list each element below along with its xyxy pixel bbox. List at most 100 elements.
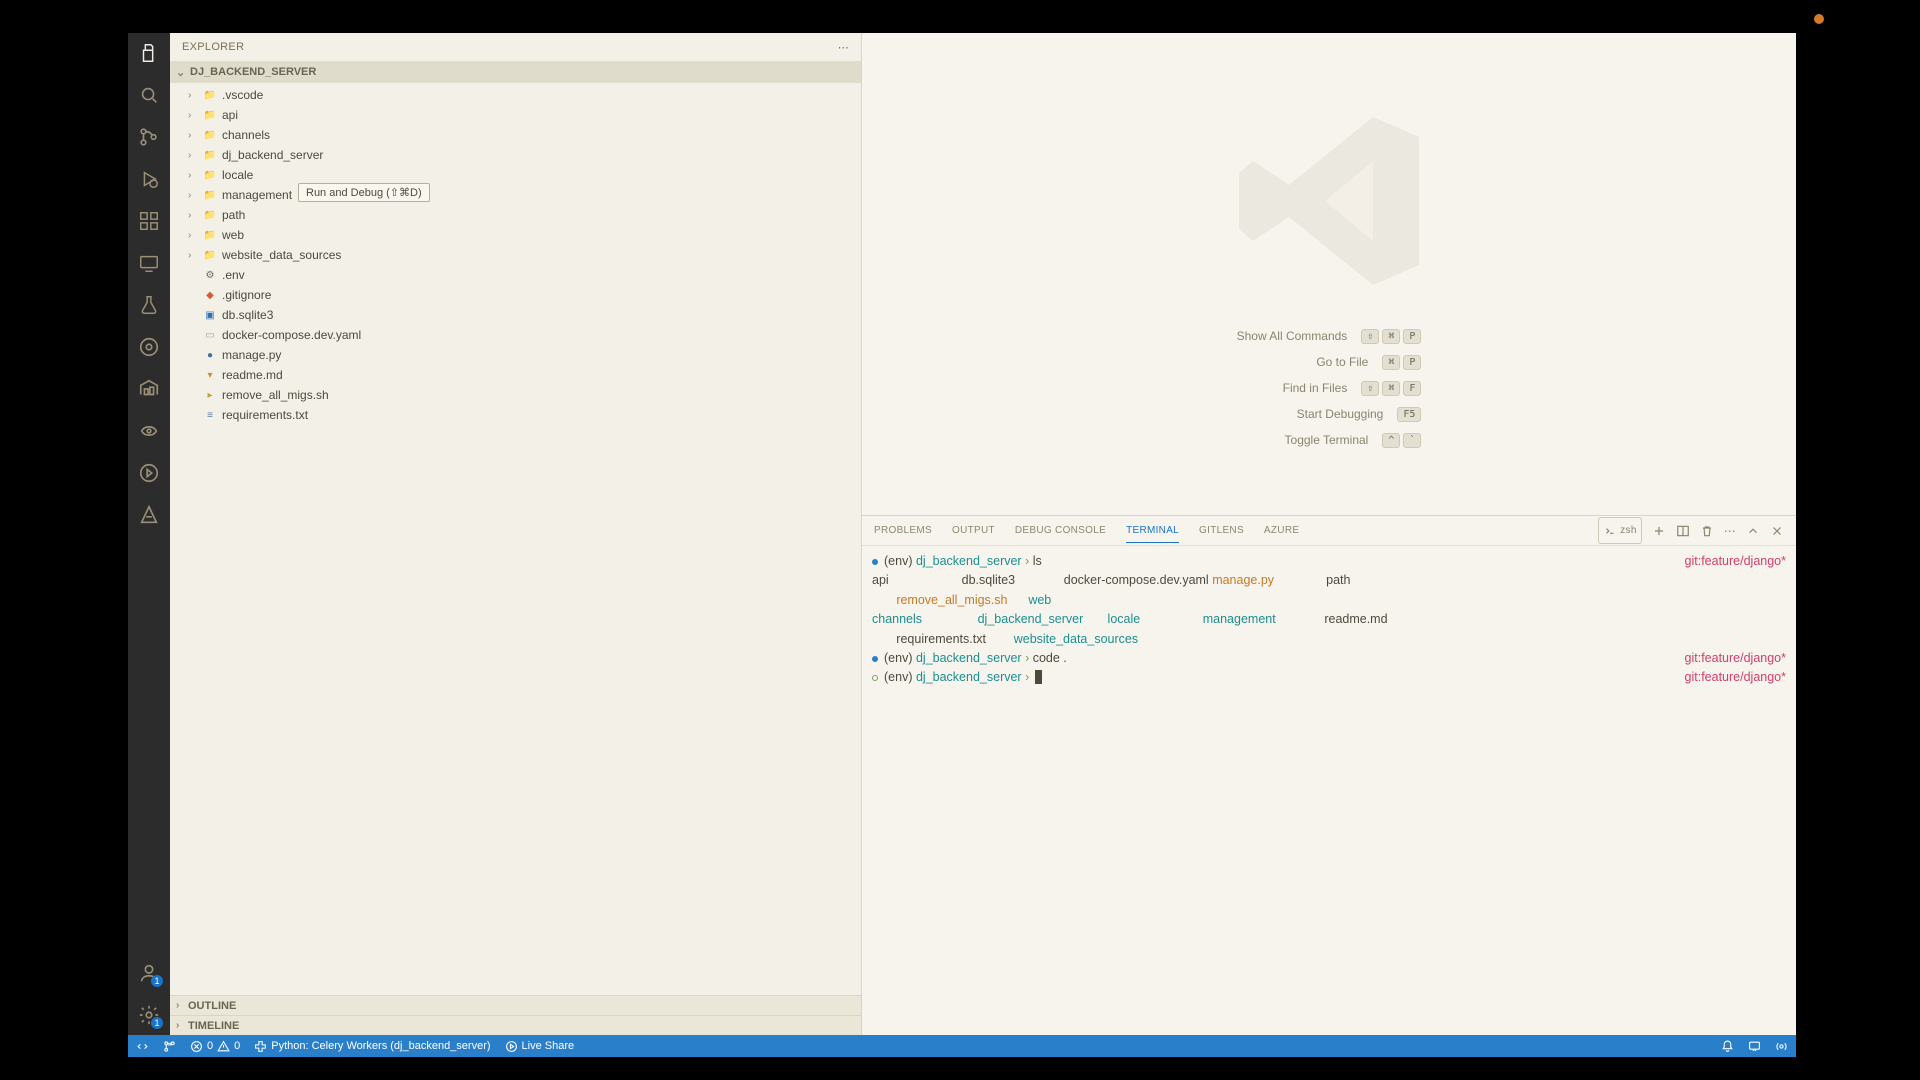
- azure-icon[interactable]: [137, 503, 161, 527]
- command-hint: Start DebuggingF5: [1297, 407, 1422, 422]
- folder-label: dj_backend_server: [222, 148, 323, 162]
- kill-terminal-icon[interactable]: [1700, 524, 1714, 538]
- explorer-icon[interactable]: [137, 41, 161, 65]
- folder-row[interactable]: ›📁website_data_sources: [170, 245, 861, 265]
- folder-icon: 📁: [202, 87, 218, 103]
- folder-row[interactable]: ›📁management: [170, 185, 861, 205]
- panel-more-icon[interactable]: ⋯: [1724, 518, 1736, 544]
- chevron-right-icon: ›: [176, 1020, 188, 1031]
- file-icon: ●: [202, 347, 218, 363]
- file-label: .env: [222, 268, 245, 282]
- key: ^: [1382, 433, 1400, 448]
- chevron-right-icon: ›: [188, 190, 202, 201]
- timeline-section[interactable]: ›TIMELINE: [170, 1015, 861, 1035]
- branch-button[interactable]: [163, 1040, 176, 1053]
- command-label: Find in Files: [1283, 381, 1348, 395]
- extensions-icon[interactable]: [137, 209, 161, 233]
- close-panel-icon[interactable]: [1770, 524, 1784, 538]
- remote-icon[interactable]: [137, 251, 161, 275]
- status-bar: 0 0 Python: Celery Workers (dj_backend_s…: [128, 1035, 1796, 1057]
- editor-area: Show All Commands⇧⌘PGo to File⌘PFind in …: [862, 33, 1796, 1035]
- terminal-shell-select[interactable]: zsh: [1598, 517, 1641, 544]
- bottom-panel: PROBLEMS OUTPUT DEBUG CONSOLE TERMINAL GITLE…: [862, 515, 1796, 1035]
- folder-icon: 📁: [202, 167, 218, 183]
- panel-tab[interactable]: PROBLEMS: [874, 519, 932, 542]
- split-terminal-icon[interactable]: [1676, 524, 1690, 538]
- file-label: manage.py: [222, 348, 281, 362]
- problems-button[interactable]: 0 0: [190, 1040, 240, 1053]
- file-icon: ▭: [202, 327, 218, 343]
- terminal[interactable]: (env) dj_backend_server › lsgit:feature/…: [862, 546, 1796, 1035]
- chevron-right-icon: ›: [176, 1000, 188, 1011]
- python-interpreter[interactable]: Python: Celery Workers (dj_backend_serve…: [254, 1040, 490, 1053]
- chevron-right-icon: ›: [188, 90, 202, 101]
- key: ⌘: [1382, 355, 1400, 370]
- file-row[interactable]: ▣db.sqlite3: [170, 305, 861, 325]
- badge: 1: [151, 1017, 163, 1029]
- outline-section[interactable]: ›OUTLINE: [170, 995, 861, 1015]
- sidebar-more-icon[interactable]: ⋯: [838, 41, 849, 54]
- remote-button[interactable]: [136, 1040, 149, 1053]
- root-folder[interactable]: ⌄ DJ_BACKEND_SERVER: [170, 61, 861, 83]
- vscode-logo: [1209, 101, 1449, 301]
- broadcast-icon[interactable]: [1775, 1040, 1788, 1053]
- tooltip: Run and Debug (⇧⌘D): [298, 183, 430, 202]
- file-icon: ▸: [202, 387, 218, 403]
- ext-icon-3[interactable]: [137, 461, 161, 485]
- folder-label: api: [222, 108, 238, 122]
- file-row[interactable]: ● manage.py: [170, 345, 861, 365]
- folder-label: web: [222, 228, 244, 242]
- key: ⇧: [1361, 381, 1379, 396]
- file-icon: ◆: [202, 287, 218, 303]
- activity-bar: 1 1: [128, 33, 170, 1035]
- sidebar-title: EXPLORER: [182, 41, 244, 53]
- file-label: docker-compose.dev.yaml: [222, 328, 361, 342]
- ext-icon-2[interactable]: [137, 419, 161, 443]
- maximize-panel-icon[interactable]: [1746, 524, 1760, 538]
- panel-tab[interactable]: TERMINAL: [1126, 519, 1179, 543]
- panel-tab[interactable]: AZURE: [1264, 519, 1299, 542]
- welcome-screen: Show All Commands⇧⌘PGo to File⌘PFind in …: [862, 33, 1796, 515]
- panel-tab[interactable]: OUTPUT: [952, 519, 995, 542]
- folder-row[interactable]: ›📁channels: [170, 125, 861, 145]
- shell-name: zsh: [1620, 519, 1636, 542]
- command-hints: Show All Commands⇧⌘PGo to File⌘PFind in …: [1237, 329, 1422, 448]
- live-share-button[interactable]: Live Share: [505, 1040, 575, 1053]
- timeline-label: TIMELINE: [188, 1020, 239, 1032]
- folder-row[interactable]: ›📁api: [170, 105, 861, 125]
- file-row[interactable]: ◆.gitignore: [170, 285, 861, 305]
- panel-toolbar: zsh ⋯: [1598, 517, 1784, 544]
- ext-icon-1[interactable]: [137, 377, 161, 401]
- folder-row[interactable]: ›📁dj_backend_server: [170, 145, 861, 165]
- folder-row[interactable]: ›📁path: [170, 205, 861, 225]
- key-combo: ⇧⌘F: [1361, 381, 1421, 396]
- gitlens-icon[interactable]: [137, 335, 161, 359]
- panel-tab[interactable]: GITLENS: [1199, 519, 1244, 542]
- key: P: [1403, 355, 1421, 370]
- folder-row[interactable]: ›📁locale: [170, 165, 861, 185]
- window-minimize-dot[interactable]: [1814, 14, 1824, 24]
- folder-label: .vscode: [222, 88, 263, 102]
- key-combo: ^`: [1382, 433, 1421, 448]
- new-terminal-icon[interactable]: [1652, 524, 1666, 538]
- test-icon[interactable]: [137, 293, 161, 317]
- file-row[interactable]: ▭ docker-compose.dev.yaml: [170, 325, 861, 345]
- vscode-window: 1 1 EXPLORER ⋯ ⌄ DJ_BACKEND_SERVER ›📁.vs…: [128, 33, 1796, 1057]
- panel-tab[interactable]: DEBUG CONSOLE: [1015, 519, 1106, 542]
- notifications-icon[interactable]: [1721, 1040, 1734, 1053]
- file-row[interactable]: ⚙.env: [170, 265, 861, 285]
- folder-row[interactable]: ›📁 .vscode: [170, 85, 861, 105]
- run-debug-icon[interactable]: [137, 167, 161, 191]
- command-hint: Go to File⌘P: [1316, 355, 1421, 370]
- feedback-icon[interactable]: [1748, 1040, 1761, 1053]
- file-row[interactable]: ▾readme.md: [170, 365, 861, 385]
- file-row[interactable]: ≡requirements.txt: [170, 405, 861, 425]
- chevron-right-icon: ›: [188, 150, 202, 161]
- folder-row[interactable]: ›📁web: [170, 225, 861, 245]
- source-control-icon[interactable]: [137, 125, 161, 149]
- file-label: readme.md: [222, 368, 283, 382]
- command-hint: Toggle Terminal^`: [1285, 433, 1422, 448]
- folder-icon: 📁: [202, 227, 218, 243]
- search-icon[interactable]: [137, 83, 161, 107]
- file-row[interactable]: ▸remove_all_migs.sh: [170, 385, 861, 405]
